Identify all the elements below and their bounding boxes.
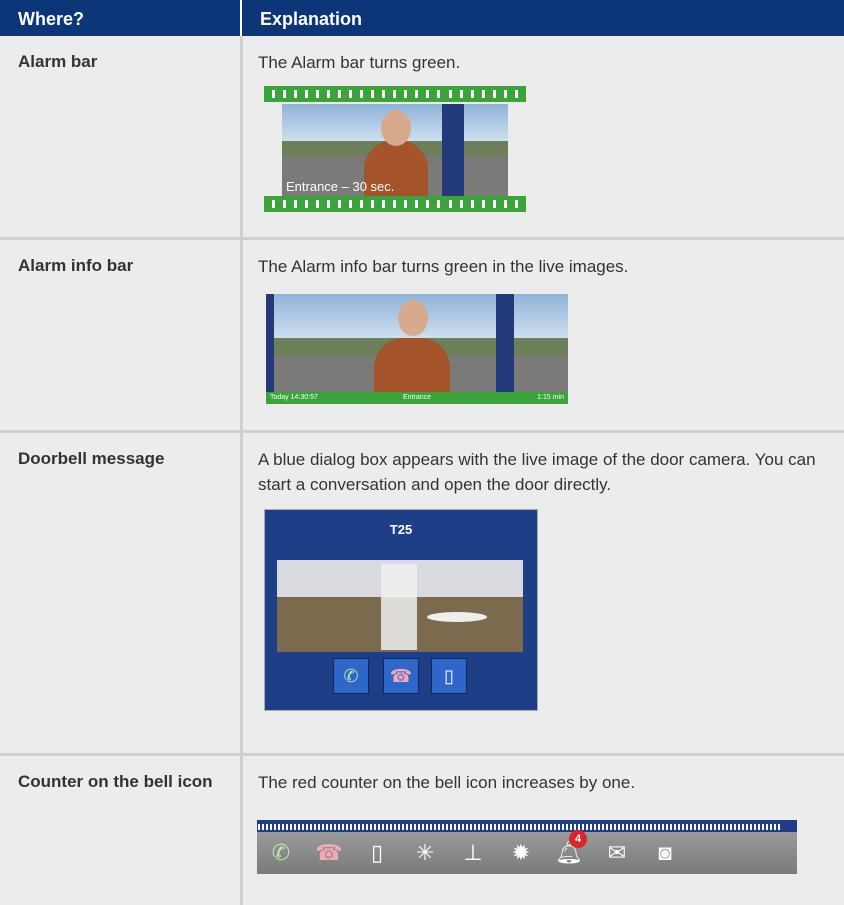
- phone-accept-icon[interactable]: ✆: [257, 840, 305, 866]
- row-explanation: The Alarm info bar turns green in the li…: [258, 257, 629, 276]
- alarm-caption: Entrance – 30 sec.: [286, 179, 395, 194]
- light-icon[interactable]: ✳: [401, 840, 449, 866]
- row-label: Doorbell message: [18, 449, 165, 468]
- doorbell-dialog: T25 ✆ ☎ ▯: [264, 509, 538, 711]
- door-camera-image: [277, 560, 523, 652]
- alarm-bar-bottom: [264, 196, 526, 212]
- hangup-button[interactable]: ☎: [383, 658, 419, 694]
- accept-call-button[interactable]: ✆: [333, 658, 369, 694]
- camera-image: Entrance – 30 sec.: [282, 104, 508, 196]
- row-explanation: The Alarm bar turns green.: [258, 53, 461, 72]
- camera-icon[interactable]: ◙: [641, 840, 689, 866]
- alarm-icon[interactable]: ✹: [497, 840, 545, 866]
- door-icon[interactable]: ▯: [353, 840, 401, 866]
- alarm-info-bar: Today 14:30:57 Entrance 1:15 min: [266, 392, 568, 404]
- mail-icon[interactable]: ✉: [593, 840, 641, 866]
- phone-hangup-icon: ☎: [389, 666, 413, 686]
- open-door-button[interactable]: ▯: [431, 658, 467, 694]
- thermometer-icon[interactable]: ⊥: [449, 840, 497, 866]
- dialog-title: T25: [389, 522, 413, 537]
- bell-counter-badge: 4: [569, 830, 587, 848]
- bell-icon[interactable]: 🔔︎ 4: [545, 830, 593, 866]
- explanation-table: Where? Explanation Alarm bar The Alarm b…: [0, 0, 844, 905]
- live-image: Today 14:30:57 Entrance 1:15 min: [266, 294, 568, 404]
- table-row: Alarm bar The Alarm bar turns green. Ent…: [0, 36, 844, 238]
- table-row: Doorbell message A blue dialog box appea…: [0, 433, 844, 753]
- row-label: Counter on the bell icon: [18, 772, 213, 791]
- row-explanation: The red counter on the bell icon increas…: [258, 773, 636, 792]
- table-row: Counter on the bell icon The red counter…: [0, 756, 844, 905]
- row-label: Alarm info bar: [18, 256, 134, 275]
- phone-accept-icon: ✆: [343, 666, 359, 686]
- header-where: Where?: [0, 0, 240, 36]
- door-icon: ▯: [444, 666, 454, 686]
- table-row: Alarm info bar The Alarm info bar turns …: [0, 240, 844, 430]
- toolbar-strip: [257, 820, 797, 832]
- phone-hangup-icon[interactable]: ☎: [305, 840, 353, 866]
- header-explanation: Explanation: [242, 0, 844, 36]
- row-label: Alarm bar: [18, 52, 98, 71]
- alarm-bar-top: [264, 86, 526, 102]
- row-explanation: A blue dialog box appears with the live …: [258, 450, 816, 494]
- toolbar: ✆ ☎ ▯ ✳ ⊥ ✹ 🔔︎ 4 ✉ ◙: [257, 830, 797, 874]
